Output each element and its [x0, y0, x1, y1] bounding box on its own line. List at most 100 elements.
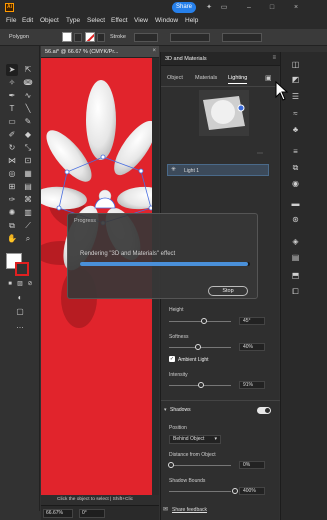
align-icon[interactable]: ≡	[290, 146, 301, 157]
zoom-tool-icon[interactable]: ⌕	[22, 233, 34, 245]
softness-slider-knob[interactable]	[195, 344, 201, 350]
workspace-icon[interactable]: ▭	[220, 4, 228, 12]
height-slider[interactable]	[169, 321, 231, 322]
stop-button[interactable]: Stop	[208, 286, 248, 296]
artboards-icon[interactable]: ▤	[290, 252, 301, 263]
gradient-tool-icon[interactable]: ▤	[22, 181, 34, 193]
shadow-bounds-slider-knob[interactable]	[232, 488, 238, 494]
variable-width-dropdown[interactable]	[170, 33, 210, 42]
stroke-color-box[interactable]	[15, 262, 29, 276]
height-slider-knob[interactable]	[201, 318, 207, 324]
mesh-tool-icon[interactable]: ⊞	[6, 181, 18, 193]
libraries-icon[interactable]: ◈	[290, 236, 301, 247]
tab-materials[interactable]: Materials	[195, 75, 217, 81]
magic-wand-icon[interactable]: ✧	[6, 77, 18, 89]
menu-effect[interactable]: Effect	[111, 17, 128, 24]
stroke-icon[interactable]: ▬	[290, 198, 301, 209]
shaper-tool-icon[interactable]: ✐	[6, 129, 18, 141]
menu-view[interactable]: View	[134, 17, 148, 24]
eraser-icon[interactable]: ◆	[22, 129, 34, 141]
stroke-dropdown[interactable]	[97, 33, 105, 42]
shadows-toggle[interactable]	[257, 407, 271, 414]
share-button[interactable]: Share	[172, 2, 196, 13]
maximize-icon[interactable]: □	[268, 4, 276, 12]
slice-tool-icon[interactable]: ⟋	[22, 220, 34, 232]
curvature-icon[interactable]: ∿	[22, 90, 34, 102]
brushes-icon[interactable]: ≈	[290, 108, 301, 119]
none-mode-icon[interactable]: ⊘	[24, 278, 36, 290]
minimize-icon[interactable]: –	[245, 4, 253, 12]
transparency-icon[interactable]: ◉	[290, 178, 301, 189]
menu-window[interactable]: Window	[155, 17, 178, 24]
tab-object[interactable]: Object	[167, 75, 183, 81]
ambient-light-checkbox[interactable]: ✓	[169, 356, 175, 362]
bulb-icon[interactable]: ✦	[205, 4, 213, 12]
links-icon[interactable]: ⧠	[290, 286, 301, 297]
softness-field[interactable]: 40%	[239, 343, 265, 351]
properties-icon[interactable]: ◫	[290, 59, 301, 70]
hand-tool-icon[interactable]: ✋	[6, 233, 18, 245]
panel-menu-icon[interactable]: ≡	[272, 55, 276, 61]
pen-tool-icon[interactable]: ✒	[6, 90, 18, 102]
width-tool-icon[interactable]: ⋈	[6, 155, 18, 167]
stroke-weight-field[interactable]	[134, 33, 158, 42]
distance-field[interactable]: 0%	[239, 461, 265, 469]
symbol-sprayer-icon[interactable]: ✺	[6, 207, 18, 219]
close-icon[interactable]: ×	[292, 4, 300, 12]
brush-dropdown[interactable]	[222, 33, 262, 42]
layers-icon[interactable]: ◩	[290, 74, 301, 85]
asset-export-icon[interactable]: ⬒	[290, 270, 301, 281]
zoom-level-field[interactable]: 66.67%	[43, 509, 73, 518]
draw-mode-icon[interactable]: ◐	[14, 292, 26, 304]
shadow-bounds-field[interactable]: 400%	[239, 487, 265, 495]
document-close-icon[interactable]: ×	[152, 48, 156, 54]
selection-tool-icon[interactable]: ➤	[6, 64, 18, 76]
paintbrush-icon[interactable]: ✎	[22, 116, 34, 128]
edit-toolbar-icon[interactable]: …	[14, 320, 26, 332]
intensity-field[interactable]: 91%	[239, 381, 265, 389]
shadow-bounds-slider[interactable]	[169, 491, 231, 492]
share-feedback-link[interactable]: Share feedback	[172, 507, 207, 513]
menu-object[interactable]: Object	[40, 17, 59, 24]
light-options-icon[interactable]: ⋯	[257, 150, 263, 157]
render-icon[interactable]: ▣	[265, 74, 272, 82]
eyedropper-icon[interactable]: ✑	[6, 194, 18, 206]
tab-lighting[interactable]: Lighting	[228, 75, 248, 84]
fill-swatch[interactable]	[62, 32, 72, 42]
rotate-tool-icon[interactable]: ↻	[6, 142, 18, 154]
rotation-field[interactable]: 0°	[79, 509, 105, 518]
blend-tool-icon[interactable]: ⌘	[22, 194, 34, 206]
menu-type[interactable]: Type	[66, 17, 80, 24]
scale-tool-icon[interactable]: ⤡	[22, 142, 34, 154]
menu-file[interactable]: File	[6, 17, 16, 24]
symbols-icon[interactable]: ♣	[290, 124, 301, 135]
position-dropdown[interactable]: Behind Object ▾	[169, 435, 221, 444]
free-transform-icon[interactable]: ⊡	[22, 155, 34, 167]
chevron-down-icon[interactable]: ▾	[164, 407, 167, 413]
light-list-item[interactable]: ✳ Light 1	[167, 164, 269, 176]
type-tool-icon[interactable]: T	[6, 103, 18, 115]
menu-help[interactable]: Help	[185, 17, 198, 24]
distance-slider-knob[interactable]	[168, 462, 174, 468]
menu-edit[interactable]: Edit	[22, 17, 33, 24]
rectangle-tool-icon[interactable]: ▭	[6, 116, 18, 128]
distance-slider[interactable]	[169, 465, 231, 466]
fill-dropdown[interactable]	[74, 33, 82, 42]
intensity-slider-knob[interactable]	[198, 382, 204, 388]
stroke-swatch[interactable]	[85, 32, 95, 42]
menu-select[interactable]: Select	[87, 17, 105, 24]
perspective-grid-icon[interactable]: ▦	[22, 168, 34, 180]
gradient-icon[interactable]: ⊛	[290, 214, 301, 225]
appearance-icon[interactable]: ☰	[290, 91, 301, 102]
direct-selection-tool-icon[interactable]: ⇱	[22, 64, 34, 76]
lasso-icon[interactable]: ↈ	[22, 77, 34, 89]
pathfinder-icon[interactable]: ⧉	[290, 162, 301, 173]
artboard-tool-icon[interactable]: ⧉	[6, 220, 18, 232]
graph-tool-icon[interactable]: ▥	[22, 207, 34, 219]
screen-mode-icon[interactable]: ▢	[14, 306, 26, 318]
shape-builder-icon[interactable]: ◎	[6, 168, 18, 180]
document-tab[interactable]: 56.ai* @ 66.67 % (CMYK/Pr... ×	[41, 46, 159, 58]
line-tool-icon[interactable]: ╲	[22, 103, 34, 115]
height-field[interactable]: 45°	[239, 317, 265, 325]
lighting-preview[interactable]	[199, 90, 249, 136]
